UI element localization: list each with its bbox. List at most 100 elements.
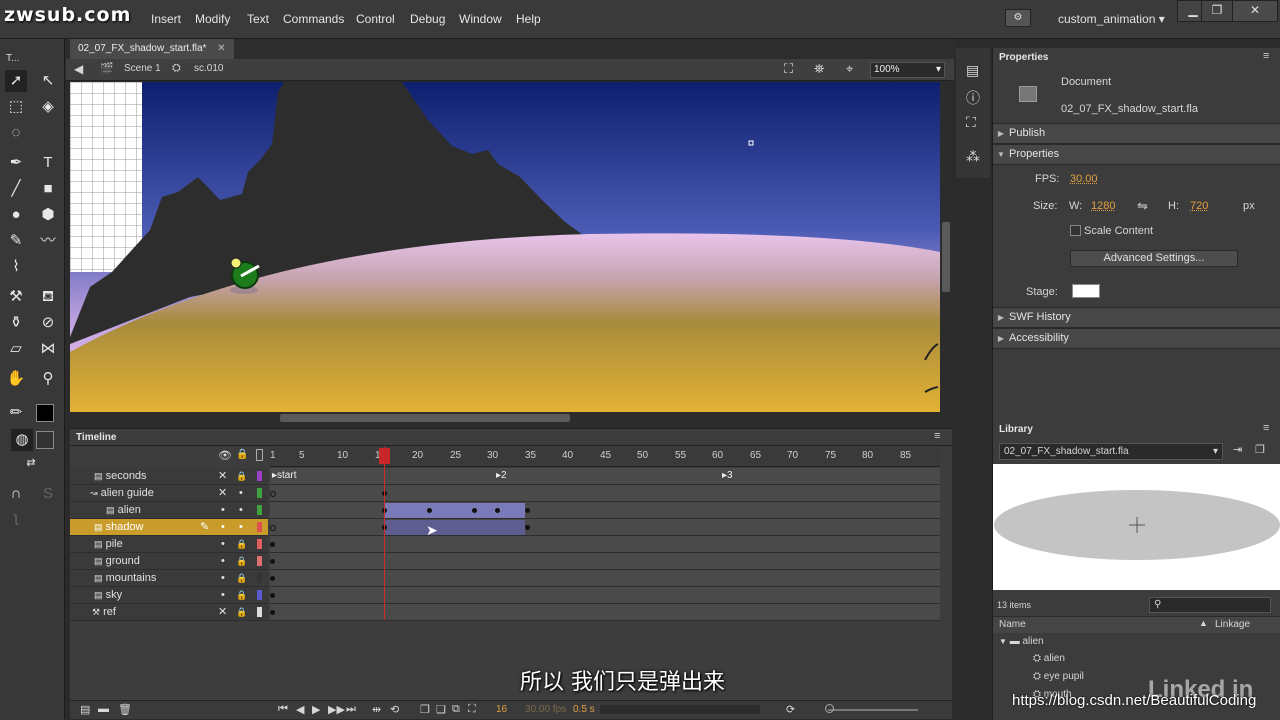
panel-menu-icon[interactable]: ≡: [1263, 50, 1269, 62]
library-item[interactable]: ⛭ eye pupil: [1033, 671, 1084, 682]
pin-library-icon[interactable]: ⇥: [1233, 443, 1242, 456]
track-alien-guide[interactable]: [270, 485, 940, 502]
visible-dot-icon[interactable]: •: [221, 519, 225, 535]
align-panel-icon[interactable]: ▤: [966, 62, 979, 79]
frame-rate-value[interactable]: 30.00 fps: [525, 704, 566, 715]
advanced-settings-button[interactable]: Advanced Settings...: [1070, 250, 1238, 267]
track-mountains[interactable]: [270, 570, 940, 587]
lock-all-icon[interactable]: 🔒: [236, 449, 248, 460]
layer-color[interactable]: [257, 590, 262, 600]
track-ref[interactable]: [270, 604, 940, 621]
edit-scene-icon[interactable]: ⛶: [784, 61, 793, 77]
lock-icon[interactable]: 🔒: [236, 553, 247, 569]
menu-text[interactable]: Text: [247, 12, 269, 26]
layer-color[interactable]: [257, 539, 262, 549]
track-alien[interactable]: [270, 502, 940, 519]
sync-settings-icon[interactable]: ⚙: [1005, 9, 1031, 27]
layer-color[interactable]: [257, 573, 262, 583]
stage-vertical-scrollbar[interactable]: [940, 82, 952, 412]
hidden-x-icon[interactable]: ✕: [218, 604, 227, 620]
visible-dot-icon[interactable]: •: [221, 536, 225, 552]
play-icon[interactable]: ▶: [312, 703, 320, 716]
track-seconds[interactable]: [270, 468, 940, 485]
fill-color-swatch[interactable]: [36, 431, 54, 449]
panel-menu-icon[interactable]: ≡: [934, 430, 940, 442]
layer-ref[interactable]: ⚒ ref ✕ 🔒: [70, 604, 268, 621]
scale-content-checkbox[interactable]: [1070, 225, 1081, 236]
modify-markers-icon[interactable]: ⛶: [468, 703, 476, 716]
transform-panel-icon[interactable]: ⛶: [966, 114, 976, 131]
scene-label[interactable]: Scene 1: [124, 63, 161, 74]
motion-tween-span-alien[interactable]: [385, 503, 525, 518]
track-ground[interactable]: [270, 553, 940, 570]
sort-icon[interactable]: ▲: [1199, 618, 1208, 628]
brush-tool-icon[interactable]: 〰: [37, 230, 59, 252]
keyframe[interactable]: [495, 508, 500, 513]
visible-dot-icon[interactable]: •: [221, 502, 225, 518]
link-dimensions-icon[interactable]: ⇋: [1137, 198, 1148, 214]
frame-label-3[interactable]: ▸3: [722, 470, 733, 481]
width-tool-icon[interactable]: ⋈: [37, 338, 59, 360]
empty-keyframe[interactable]: [270, 491, 276, 497]
center-stage-icon[interactable]: ⌖: [846, 61, 853, 77]
keyframe[interactable]: [270, 610, 275, 615]
unlocked-dot-icon[interactable]: •: [239, 502, 243, 518]
lock-icon[interactable]: 🔒: [236, 604, 247, 620]
publish-section[interactable]: ▶ Publish: [993, 123, 1280, 144]
step-forward-icon[interactable]: ▶▶: [328, 703, 345, 716]
lock-icon[interactable]: 🔒: [236, 468, 247, 484]
panel-menu-icon[interactable]: ≡: [1263, 422, 1269, 434]
linkage-column-header[interactable]: Linkage: [1215, 619, 1250, 630]
unlocked-dot-icon[interactable]: •: [239, 519, 243, 535]
paint-bucket-tool-icon[interactable]: ⛾: [37, 286, 59, 308]
fill-color-icon[interactable]: ◍: [11, 429, 33, 451]
layer-seconds[interactable]: ▤ seconds ✕ 🔒: [70, 468, 268, 485]
outline-all-icon[interactable]: [256, 449, 263, 461]
keyframe[interactable]: [472, 508, 477, 513]
free-transform-tool-icon[interactable]: ⬚: [5, 96, 27, 118]
sync-icon[interactable]: ⟳: [786, 703, 795, 716]
layer-pile[interactable]: ▤ pile • 🔒: [70, 536, 268, 553]
hidden-x-icon[interactable]: ✕: [218, 485, 227, 501]
layer-alien[interactable]: ▤ alien • •: [70, 502, 268, 519]
accessibility-section[interactable]: ▶ Accessibility: [993, 328, 1280, 349]
rectangle-tool-icon[interactable]: ■: [37, 178, 59, 200]
frame-size-slider[interactable]: [828, 709, 918, 711]
ink-bottle-tool-icon[interactable]: ⚱: [5, 312, 27, 334]
current-frame-value[interactable]: 16: [496, 704, 507, 715]
vscroll-thumb[interactable]: [942, 222, 950, 292]
motion-tween-span-shadow[interactable]: [385, 520, 525, 535]
layer-shadow-selected[interactable]: ▤ shadow ✎ • •: [70, 519, 268, 536]
swap-colors-icon[interactable]: ⇄: [20, 452, 42, 474]
layer-color[interactable]: [257, 505, 262, 515]
line-tool-icon[interactable]: ╱: [5, 178, 27, 200]
fps-field[interactable]: 30.00: [1070, 173, 1104, 187]
onion-outline-icon[interactable]: ❏: [436, 703, 446, 716]
layer-color[interactable]: [257, 556, 262, 566]
frame-size-handle[interactable]: [825, 704, 834, 713]
info-panel-icon[interactable]: ⓘ: [966, 88, 980, 108]
lock-icon[interactable]: 🔒: [236, 587, 247, 603]
menu-debug[interactable]: Debug: [410, 12, 445, 26]
stroke-color-icon[interactable]: ✏: [5, 402, 27, 424]
layer-alien-guide[interactable]: ↝ alien guide ✕ •: [70, 485, 268, 502]
zoom-tool-icon[interactable]: ⚲: [37, 368, 59, 390]
library-document-select[interactable]: 02_07_FX_shadow_start.fla ▾: [999, 443, 1223, 460]
menu-control[interactable]: Control: [356, 12, 395, 26]
pencil-tool-icon[interactable]: ✎: [5, 230, 27, 252]
keyframe[interactable]: [525, 525, 530, 530]
lasso-tool-icon[interactable]: ◌: [5, 122, 27, 144]
keyframe[interactable]: [525, 508, 530, 513]
width-field[interactable]: 1280: [1091, 200, 1125, 214]
delete-layer-icon[interactable]: 🗑: [118, 703, 132, 716]
frame-label-start[interactable]: ▸start: [272, 470, 296, 481]
hand-tool-icon[interactable]: ✋: [5, 368, 27, 390]
back-arrow-icon[interactable]: ◀: [74, 62, 83, 76]
layer-ground[interactable]: ▤ ground • 🔒: [70, 553, 268, 570]
hscroll-thumb[interactable]: [280, 414, 570, 422]
stage[interactable]: [70, 82, 940, 412]
library-search-input[interactable]: ⚲: [1149, 597, 1271, 613]
eyedropper-tool-icon[interactable]: ⊘: [37, 312, 59, 334]
new-folder-icon[interactable]: ▬: [98, 703, 109, 715]
layer-mountains[interactable]: ▤ mountains • 🔒: [70, 570, 268, 587]
